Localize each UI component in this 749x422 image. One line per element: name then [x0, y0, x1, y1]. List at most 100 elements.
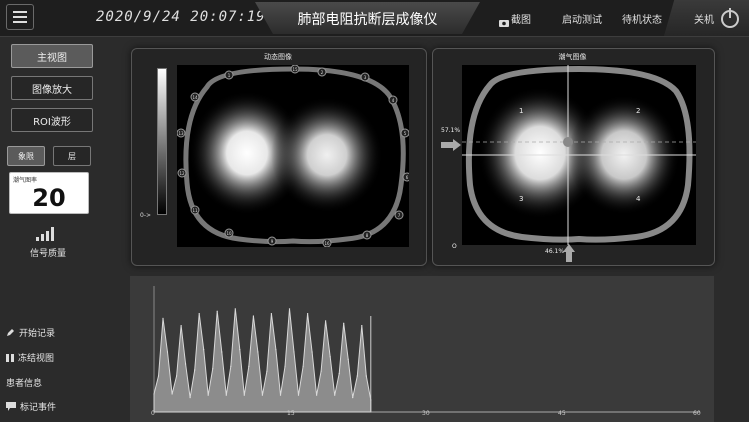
waveform-point — [352, 397, 354, 399]
waveform-point — [293, 351, 295, 353]
freeze-view-label: 冻结视图 — [18, 354, 55, 364]
signal-quality-label: 信号质量 — [30, 249, 67, 259]
electrode-label: 6 — [406, 175, 409, 180]
waveform-point — [216, 310, 218, 312]
quadrant-label-3: 3 — [519, 195, 524, 203]
intensity-scale-bar — [157, 68, 167, 215]
dynamic-image-view: 12345678910111213141516 — [177, 65, 409, 247]
scale-zero-label: 0-> — [140, 212, 152, 219]
x-tick-30: 30 — [422, 410, 430, 417]
standby-status[interactable]: 待机状态 — [622, 11, 662, 26]
waveform-point — [194, 369, 196, 371]
waveform-point — [234, 308, 236, 310]
electrode-label: 3 — [364, 75, 367, 80]
layer-mode-button[interactable]: 层 — [53, 146, 91, 166]
tidal-image-view — [462, 65, 696, 245]
tidal-rate-value: 20 — [32, 184, 66, 212]
hamburger-icon — [13, 11, 27, 23]
shutdown-button[interactable]: 关机 — [694, 11, 714, 26]
waveform-point — [261, 394, 263, 396]
waveform-point — [207, 394, 209, 396]
electrode-label: 14 — [192, 95, 198, 100]
quadrant-mode-button[interactable]: 象限 — [7, 146, 45, 166]
electrode-label: 9 — [271, 239, 274, 244]
waveform-point — [284, 365, 286, 367]
origin-label: O — [452, 243, 457, 250]
tidal-rate-label: 潮气图率 — [13, 177, 38, 184]
app-title: 肺部电阻抗断层成像仪 — [297, 12, 438, 28]
waveform-point — [248, 365, 250, 367]
waveform-point — [252, 315, 254, 317]
waveform-point — [162, 317, 164, 319]
tidal-image-title: 潮气图像 — [558, 53, 587, 61]
waveform-point — [239, 349, 241, 351]
waveform-point — [221, 351, 223, 353]
waveform-point — [297, 394, 300, 396]
screenshot-button[interactable]: 截图 — [511, 11, 531, 26]
waveform-point — [225, 394, 227, 396]
waveform-point — [307, 313, 309, 315]
mark-event-label: 标记事件 — [20, 403, 57, 413]
waveform-point — [270, 313, 272, 315]
waveform-point — [343, 322, 345, 324]
waveform-point — [180, 325, 182, 327]
power-icon[interactable] — [719, 7, 741, 33]
pencil-icon — [7, 329, 14, 336]
vertical-percent-label: 46.1% — [545, 248, 565, 255]
quadrant-label-4: 4 — [636, 195, 641, 203]
waveform-point — [302, 365, 304, 367]
waveform-point — [279, 394, 282, 396]
waveform-point — [338, 373, 340, 375]
waveform-point — [334, 394, 336, 396]
electrode-label: 1 — [228, 73, 231, 78]
quadrant-label-2: 2 — [636, 107, 641, 115]
horizontal-arrow-icon — [441, 136, 461, 155]
waveform-point — [257, 351, 259, 353]
waveform-area — [153, 308, 372, 413]
nav-image-zoom[interactable]: 图像放大 — [11, 76, 93, 100]
electrode-label: 4 — [392, 98, 395, 103]
menu-button[interactable] — [6, 4, 34, 30]
x-tick-15: 15 — [287, 410, 295, 417]
waveform-point — [356, 375, 358, 377]
waveform-point — [266, 370, 268, 372]
patient-info-action[interactable]: 患者信息 — [6, 376, 42, 389]
horizontal-percent-label: 57.1% — [441, 127, 461, 134]
mark-event-action[interactable]: 标记事件 — [6, 400, 56, 413]
waveform-point — [230, 365, 232, 367]
waveform-point — [203, 349, 205, 351]
waveform-point — [365, 375, 367, 377]
camera-icon — [499, 12, 509, 31]
waveform-point — [212, 368, 214, 370]
comment-icon — [6, 402, 16, 411]
waveform-point — [325, 320, 327, 322]
electrode-label: 7 — [398, 213, 401, 218]
waveform-point — [320, 370, 322, 372]
x-tick-45: 45 — [558, 410, 566, 417]
impedance-waveform-chart — [153, 286, 700, 413]
waveform-point — [189, 397, 191, 399]
electrode-label: 13 — [178, 131, 184, 136]
waveform-point — [153, 393, 155, 395]
electrode-label: 12 — [179, 171, 185, 176]
electrode-label: 2 — [321, 70, 324, 75]
waveform-point — [166, 351, 169, 353]
nav-roi-waveform[interactable]: ROI波形 — [11, 108, 93, 132]
signal-strength-icon — [36, 226, 56, 245]
nav-main-view[interactable]: 主视图 — [11, 44, 93, 68]
waveform-point — [176, 375, 178, 377]
start-test-button[interactable]: 启动测试 — [562, 11, 602, 26]
waveform-point — [316, 394, 318, 396]
patient-info-label: 患者信息 — [6, 379, 43, 389]
dynamic-image-title: 动态图像 — [264, 53, 292, 61]
x-tick-60: 60 — [693, 410, 701, 417]
electrode-label: 16 — [324, 241, 330, 246]
electrode-label: 5 — [404, 131, 407, 136]
x-tick-0: 0 — [151, 410, 155, 417]
waveform-point — [329, 356, 331, 358]
freeze-view-action[interactable]: 冻结视图 — [6, 351, 54, 364]
waveform-point — [171, 393, 173, 395]
start-record-label: 开始记录 — [19, 329, 56, 339]
waveform-point — [311, 351, 313, 353]
start-record-action[interactable]: 开始记录 — [6, 326, 55, 339]
